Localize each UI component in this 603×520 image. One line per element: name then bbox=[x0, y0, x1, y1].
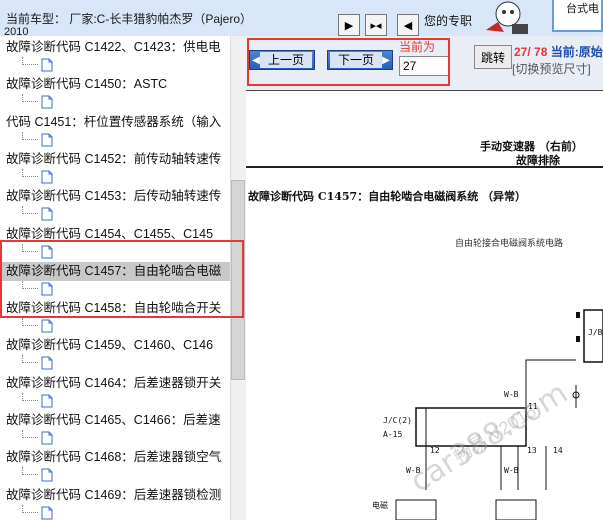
back-button[interactable]: ◀ bbox=[397, 14, 419, 36]
document-icon[interactable] bbox=[40, 468, 54, 482]
tree-item-label: 故障诊断代码 C1454、C1455、C145 bbox=[6, 226, 214, 241]
tree-item-label: 故障诊断代码 C1452：前传动轴转速传 bbox=[6, 151, 222, 166]
document-icon[interactable] bbox=[40, 207, 54, 221]
tree-connector bbox=[22, 355, 38, 364]
doc-heading: 故障诊断代码 C1457：自由轮啮合电磁阀系统 （异常） bbox=[248, 190, 527, 203]
doc-rule bbox=[246, 90, 603, 91]
brand-text: 台式电 bbox=[566, 3, 599, 15]
tree-item[interactable]: 故障诊断代码 C1459、C1460、C146 bbox=[0, 336, 232, 355]
wire-label-solenoid: 电磁 bbox=[372, 501, 388, 510]
wire-label-a15: A-15 bbox=[383, 430, 403, 439]
tree-item-label: 故障诊断代码 C1469：后差速器锁检测 bbox=[6, 487, 222, 502]
preview-size-toggle[interactable]: [切换预览尺寸] bbox=[512, 60, 591, 77]
fit-width-button[interactable]: ▸◂ bbox=[365, 14, 387, 36]
tree-connector bbox=[22, 504, 38, 513]
back-icon: ◀ bbox=[403, 19, 413, 32]
pro-text: 您的专职 bbox=[424, 14, 473, 28]
wire-label-14: 14 bbox=[553, 446, 563, 455]
tree-item[interactable]: 故障诊断代码 C1452：前传动轴转速传 bbox=[0, 150, 232, 169]
tree-item-label: 故障诊断代码 C1465、C1466：后差速 bbox=[6, 413, 221, 427]
selection-highlight-box bbox=[0, 240, 244, 318]
wire-label-wb3: W-B bbox=[504, 466, 519, 475]
tree-connector bbox=[22, 57, 38, 65]
document-icon[interactable] bbox=[40, 170, 54, 184]
tree-item[interactable]: 故障诊断代码 C1465、C1466：后差速 bbox=[0, 411, 232, 430]
play-icon: ▶ bbox=[344, 19, 354, 32]
tree-connector bbox=[22, 94, 38, 103]
wire-label-wb: W-B bbox=[504, 390, 519, 399]
page-current-text: 当前:原始 bbox=[550, 45, 603, 59]
document-icon[interactable] bbox=[40, 58, 54, 72]
tree-item-label: 故障诊断代码 C1464：后差速器锁开关 bbox=[6, 375, 222, 390]
fit-icon: ▸◂ bbox=[370, 19, 382, 32]
tree-connector bbox=[22, 168, 38, 177]
tree-item[interactable]: 故障诊断代码 C1450：ASTC bbox=[0, 75, 232, 94]
tree-connector bbox=[22, 318, 38, 327]
circuit-title: 自由轮接合电磁阀系统电路 bbox=[455, 239, 564, 249]
document-icon[interactable] bbox=[40, 319, 54, 333]
wire-label-jb: J/B bbox=[588, 328, 603, 337]
tree-item-label: 故障诊断代码 C1453：后传动轴转速传 bbox=[6, 189, 222, 204]
document-icon[interactable] bbox=[40, 95, 54, 109]
document-icon[interactable] bbox=[40, 356, 54, 370]
tree-connector bbox=[22, 392, 38, 401]
wire-label-jc2: J/C(2) bbox=[383, 416, 412, 425]
car-model-label: 当前车型： 厂家:C-长丰猎豹帕杰罗（Pajero） bbox=[6, 12, 253, 26]
page-count: 27/ 78 当前:原始 bbox=[514, 43, 603, 60]
tree-item-label: 故障诊断代码 C1450：ASTC bbox=[6, 77, 168, 92]
page-count-value: 27/ 78 bbox=[514, 45, 548, 59]
document-icon[interactable] bbox=[40, 506, 54, 520]
first-page-button[interactable]: ▶ bbox=[338, 14, 360, 36]
tree-item-label: 故障诊断代码 C1468：后差速器锁空气 bbox=[6, 450, 222, 465]
tree-connector bbox=[22, 206, 38, 215]
tree-item[interactable]: 代码 C1451：杆位置传感器系统（输入 bbox=[0, 113, 232, 132]
jump-button[interactable]: 跳转 bbox=[474, 45, 512, 69]
tree-item[interactable]: 故障诊断代码 C1469：后差速器锁检测 bbox=[0, 486, 232, 505]
tree-item[interactable]: 故障诊断代码 C1453：后传动轴转速传 bbox=[0, 187, 232, 206]
document-icon[interactable] bbox=[40, 133, 54, 147]
tree-item-label: 故障诊断代码 C1459、C1460、C146 bbox=[6, 338, 214, 353]
doc-rule-2 bbox=[246, 166, 603, 168]
document-icon[interactable] bbox=[40, 394, 54, 408]
tree-item[interactable]: 故障诊断代码 C1468：后差速器锁空气 bbox=[0, 448, 232, 467]
tree-connector bbox=[22, 430, 38, 438]
document-icon[interactable] bbox=[40, 431, 54, 445]
tree-item[interactable]: 故障诊断代码 C1464：后差速器锁开关 bbox=[0, 374, 232, 393]
tree-connector bbox=[22, 467, 38, 476]
tree-item-label: 代码 C1451：杆位置传感器系统（输入 bbox=[6, 114, 222, 129]
tree-connector bbox=[22, 131, 38, 140]
nav-highlight-box bbox=[247, 38, 450, 86]
tree-item[interactable]: 故障诊断代码 C1422、C1423：供电电 bbox=[0, 38, 232, 57]
tree-item-label: 故障诊断代码 C1422、C1423：供电电 bbox=[6, 40, 221, 54]
mascot-logo bbox=[486, 1, 528, 34]
wire-label-13: 13 bbox=[527, 446, 537, 455]
